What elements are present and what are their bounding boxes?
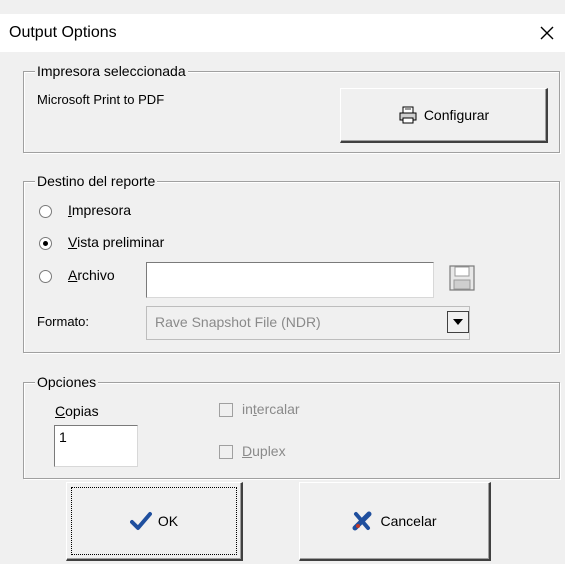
format-label: Formato:: [37, 314, 90, 329]
label-rest: ercalar: [256, 401, 300, 417]
configure-button[interactable]: Configurar: [340, 88, 548, 143]
copies-input[interactable]: 1: [54, 425, 138, 467]
accesskey: V: [68, 234, 78, 250]
close-button[interactable]: [532, 18, 562, 48]
selected-printer-name: Microsoft Print to PDF: [37, 92, 165, 107]
cancel-button[interactable]: Cancelar: [299, 482, 491, 561]
format-dropdown-button[interactable]: [447, 311, 469, 333]
copies-value: 1: [59, 429, 67, 445]
printer-group-legend: Impresora seleccionada: [35, 63, 188, 79]
copies-label: Copias: [55, 403, 99, 419]
accesskey: D: [242, 443, 253, 459]
radio-printer[interactable]: [39, 205, 52, 218]
label-rest: mpresora: [71, 202, 132, 218]
label-rest: uplex: [252, 443, 286, 459]
file-path-input[interactable]: [146, 262, 434, 298]
format-select[interactable]: Rave Snapshot File (NDR): [146, 306, 470, 340]
format-selected-value: Rave Snapshot File (NDR): [155, 314, 321, 330]
radio-file[interactable]: [39, 270, 52, 283]
label-rest: opias: [65, 403, 99, 419]
radio-preview[interactable]: [39, 237, 52, 250]
collate-label: intercalar: [242, 401, 300, 417]
accesskey: C: [55, 403, 66, 419]
duplex-label: Duplex: [242, 443, 286, 459]
label-rest: rchivo: [77, 267, 115, 283]
ok-focus-rect: [71, 487, 237, 555]
collate-checkbox[interactable]: [219, 403, 233, 417]
floppy-disk-icon: [449, 265, 475, 291]
chevron-down-icon: [453, 319, 463, 325]
window-title: Output Options: [9, 24, 117, 41]
accesskey: A: [68, 267, 78, 283]
cancel-label: Cancelar: [380, 513, 437, 529]
configure-label: Configurar: [423, 107, 490, 123]
radio-printer-label: Impresora: [68, 202, 131, 218]
cancel-x-icon: [352, 511, 372, 531]
ok-button[interactable]: OK: [66, 482, 243, 561]
radio-preview-label: Vista preliminar: [68, 234, 164, 250]
destination-group-legend: Destino del reporte: [35, 173, 158, 189]
close-icon: [540, 26, 554, 40]
label-rest: ista preliminar: [77, 234, 165, 250]
save-file-button[interactable]: [447, 263, 477, 293]
radio-dot: [43, 241, 48, 246]
printer-icon: [399, 106, 417, 124]
duplex-checkbox[interactable]: [219, 445, 233, 459]
options-group-legend: Opciones: [35, 374, 99, 390]
label-pre: in: [242, 401, 253, 417]
radio-file-label: Archivo: [68, 267, 115, 283]
